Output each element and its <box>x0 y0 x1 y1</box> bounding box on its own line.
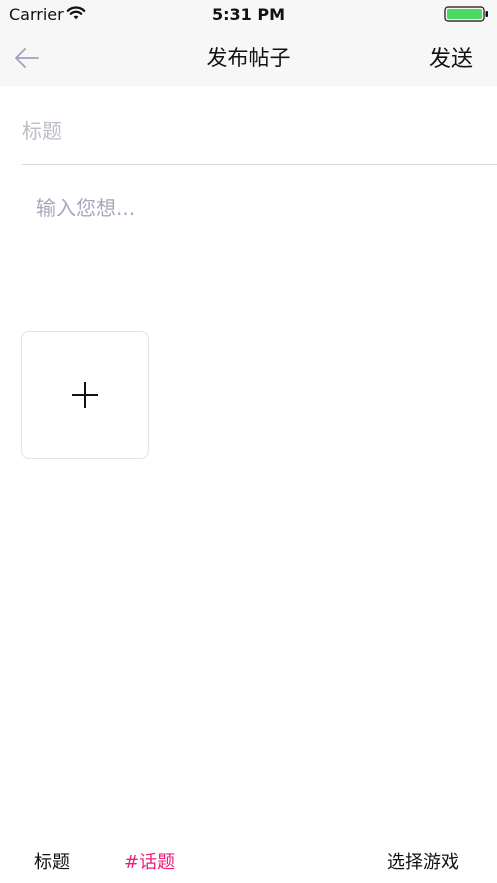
select-game-button[interactable]: 选择游戏 <box>387 848 459 874</box>
title-divider <box>22 164 497 165</box>
content-input[interactable] <box>36 192 476 302</box>
status-bar: Carrier 5:31 PM <box>0 0 497 30</box>
battery-icon <box>444 6 488 22</box>
navigation-bar: 发布帖子 发送 <box>0 30 497 86</box>
title-input[interactable] <box>22 108 492 154</box>
page-title: 发布帖子 <box>206 46 291 70</box>
plus-icon <box>72 382 98 408</box>
topic-button[interactable]: #话题 <box>124 848 175 874</box>
add-image-button[interactable] <box>21 331 149 459</box>
title-toggle-button[interactable]: 标题 <box>34 848 70 874</box>
send-button[interactable]: 发送 <box>429 41 473 73</box>
bottom-toolbar: 标题 #话题 选择游戏 <box>0 840 497 880</box>
status-time: 5:31 PM <box>211 5 285 24</box>
